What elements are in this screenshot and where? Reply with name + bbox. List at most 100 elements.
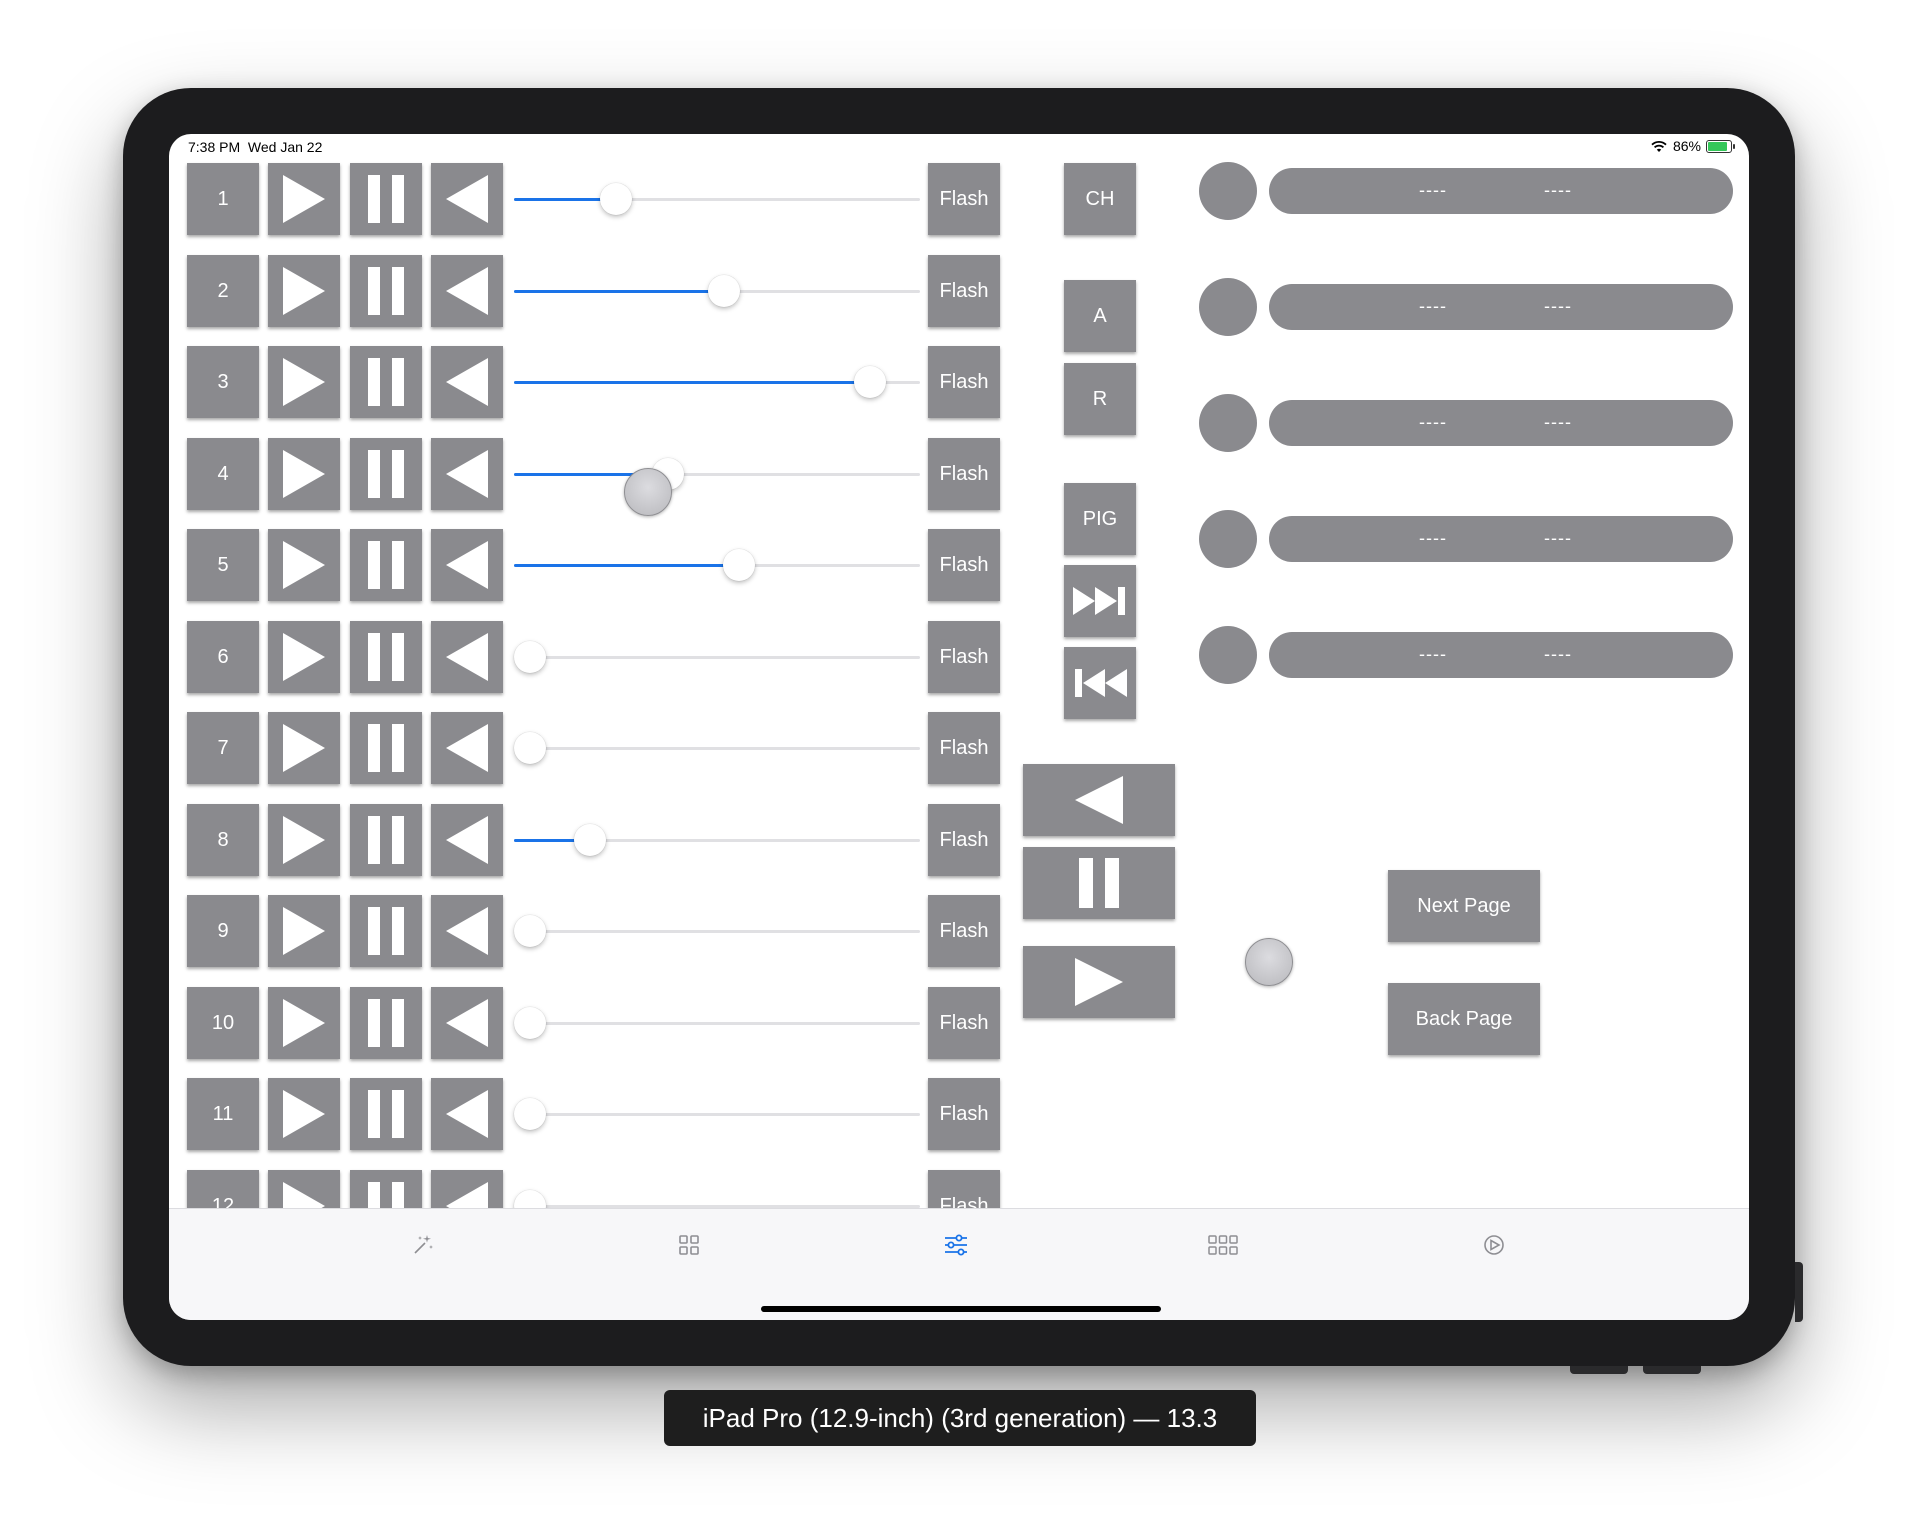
playback-go-button[interactable] xyxy=(268,1078,340,1150)
playback-back-button[interactable] xyxy=(431,255,503,327)
back-page-button[interactable]: Back Page xyxy=(1388,983,1540,1055)
tab-effects[interactable] xyxy=(403,1225,443,1265)
playback-pause-button[interactable] xyxy=(350,346,422,418)
master-play-button[interactable] xyxy=(1023,946,1175,1018)
playback-fader[interactable] xyxy=(514,1094,920,1134)
fader-thumb[interactable] xyxy=(514,732,546,764)
cue-list-bar[interactable]: ---- ---- xyxy=(1269,284,1733,330)
playback-go-button[interactable] xyxy=(268,621,340,693)
playback-pause-button[interactable] xyxy=(350,438,422,510)
playback-flash-button[interactable]: Flash xyxy=(928,895,1000,967)
master-pause-button[interactable] xyxy=(1023,847,1175,919)
playback-go-button[interactable] xyxy=(268,895,340,967)
playback-back-button[interactable] xyxy=(431,895,503,967)
playback-flash-button[interactable]: Flash xyxy=(928,163,1000,235)
playback-fader[interactable] xyxy=(514,728,920,768)
a-button[interactable]: A xyxy=(1064,280,1136,352)
cue-select-circle[interactable] xyxy=(1199,162,1257,220)
playback-go-button[interactable] xyxy=(268,529,340,601)
playback-number-button[interactable]: 10 xyxy=(187,987,259,1059)
fader-thumb[interactable] xyxy=(514,1098,546,1130)
playback-back-button[interactable] xyxy=(431,1078,503,1150)
playback-number-button[interactable]: 3 xyxy=(187,346,259,418)
cue-list-bar[interactable]: ---- ---- xyxy=(1269,168,1733,214)
playback-fader[interactable] xyxy=(514,271,920,311)
playback-number-button[interactable]: 2 xyxy=(187,255,259,327)
playback-pause-button[interactable] xyxy=(350,163,422,235)
next-page-button[interactable]: Next Page xyxy=(1388,870,1540,942)
playback-number-button[interactable]: 1 xyxy=(187,163,259,235)
cue-select-circle[interactable] xyxy=(1199,394,1257,452)
playback-pause-button[interactable] xyxy=(350,255,422,327)
playback-flash-button[interactable]: Flash xyxy=(928,438,1000,510)
playback-fader[interactable] xyxy=(514,637,920,677)
playback-pause-button[interactable] xyxy=(350,804,422,876)
master-back-button[interactable] xyxy=(1023,764,1175,836)
fader-thumb[interactable] xyxy=(600,183,633,215)
playback-back-button[interactable] xyxy=(431,346,503,418)
cue-select-circle[interactable] xyxy=(1199,626,1257,684)
playback-flash-button[interactable]: Flash xyxy=(928,529,1000,601)
playback-back-button[interactable] xyxy=(431,712,503,784)
playback-number-button[interactable]: 6 xyxy=(187,621,259,693)
playback-go-button[interactable] xyxy=(268,163,340,235)
tab-settings[interactable] xyxy=(1474,1225,1514,1265)
tab-grid-small[interactable] xyxy=(669,1225,709,1265)
fader-thumb[interactable] xyxy=(708,275,741,307)
fader-thumb[interactable] xyxy=(723,549,756,581)
playback-back-button[interactable] xyxy=(431,529,503,601)
playback-number-button[interactable]: 9 xyxy=(187,895,259,967)
playback-back-button[interactable] xyxy=(431,438,503,510)
fast-forward-button[interactable] xyxy=(1064,565,1136,637)
cue-select-circle[interactable] xyxy=(1199,510,1257,568)
playback-go-button[interactable] xyxy=(268,346,340,418)
playback-fader[interactable] xyxy=(514,820,920,860)
rewind-button[interactable] xyxy=(1064,647,1136,719)
playback-number-button[interactable]: 5 xyxy=(187,529,259,601)
playback-flash-button[interactable]: Flash xyxy=(928,712,1000,784)
ch-button[interactable]: CH xyxy=(1064,163,1136,235)
playback-number-button[interactable]: 11 xyxy=(187,1078,259,1150)
playback-back-button[interactable] xyxy=(431,987,503,1059)
playback-fader[interactable] xyxy=(514,545,920,585)
playback-flash-button[interactable]: Flash xyxy=(928,987,1000,1059)
playback-go-button[interactable] xyxy=(268,438,340,510)
playback-back-button[interactable] xyxy=(431,163,503,235)
playback-pause-button[interactable] xyxy=(350,621,422,693)
playback-pause-button[interactable] xyxy=(350,895,422,967)
playback-back-button[interactable] xyxy=(431,804,503,876)
playback-flash-button[interactable]: Flash xyxy=(928,255,1000,327)
fader-thumb[interactable] xyxy=(854,366,887,398)
fader-thumb[interactable] xyxy=(514,915,546,947)
playback-pause-button[interactable] xyxy=(350,529,422,601)
r-button[interactable]: R xyxy=(1064,363,1136,435)
playback-pause-button[interactable] xyxy=(350,712,422,784)
playback-number-button[interactable]: 4 xyxy=(187,438,259,510)
playback-fader[interactable] xyxy=(514,911,920,951)
playback-go-button[interactable] xyxy=(268,804,340,876)
cue-list-bar[interactable]: ---- ---- xyxy=(1269,632,1733,678)
cue-list-bar[interactable]: ---- ---- xyxy=(1269,400,1733,446)
cue-select-circle[interactable] xyxy=(1199,278,1257,336)
playback-fader[interactable] xyxy=(514,362,920,402)
playback-flash-button[interactable]: Flash xyxy=(928,804,1000,876)
fader-thumb[interactable] xyxy=(514,641,546,673)
playback-pause-button[interactable] xyxy=(350,1078,422,1150)
fader-thumb[interactable] xyxy=(514,1007,546,1039)
tab-grid-large[interactable] xyxy=(1203,1225,1243,1265)
cue-list-bar[interactable]: ---- ---- xyxy=(1269,516,1733,562)
playback-back-button[interactable] xyxy=(431,621,503,693)
pig-button[interactable]: PIG xyxy=(1064,483,1136,555)
playback-go-button[interactable] xyxy=(268,987,340,1059)
playback-go-button[interactable] xyxy=(268,712,340,784)
fader-thumb[interactable] xyxy=(573,824,606,856)
playback-number-button[interactable]: 7 xyxy=(187,712,259,784)
playback-fader[interactable] xyxy=(514,1003,920,1043)
playback-go-button[interactable] xyxy=(268,255,340,327)
playback-fader[interactable] xyxy=(514,454,920,494)
playback-pause-button[interactable] xyxy=(350,987,422,1059)
playback-fader[interactable] xyxy=(514,179,920,219)
playback-number-button[interactable]: 8 xyxy=(187,804,259,876)
playback-flash-button[interactable]: Flash xyxy=(928,346,1000,418)
playback-flash-button[interactable]: Flash xyxy=(928,1078,1000,1150)
